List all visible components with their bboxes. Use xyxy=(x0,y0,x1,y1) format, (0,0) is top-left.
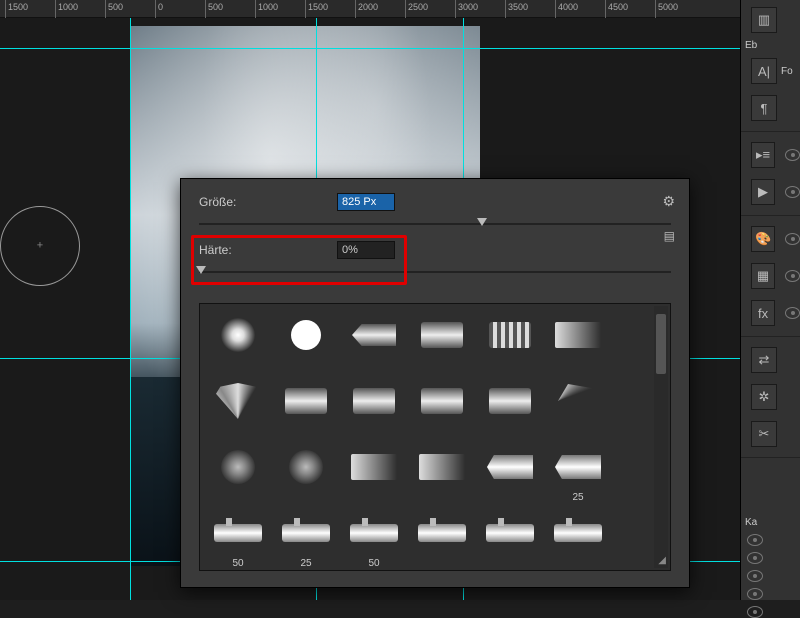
brush-preset[interactable] xyxy=(344,312,404,372)
visibility-icon[interactable] xyxy=(785,233,800,245)
brush-preset[interactable] xyxy=(548,312,608,372)
horizontal-ruler: 1500 1000 500 0 500 1000 1500 2000 2500 … xyxy=(0,0,740,18)
ruler-tick: 2500 xyxy=(408,2,428,12)
ruler-tick: 500 xyxy=(108,2,123,12)
visibility-icon[interactable] xyxy=(785,270,800,282)
hardness-input[interactable] xyxy=(337,241,395,259)
swatches-icon[interactable]: ▦ xyxy=(751,263,775,289)
visibility-icon[interactable] xyxy=(785,307,800,319)
ruler-tick: 0 xyxy=(158,2,163,12)
brushes-icon[interactable]: ✲ xyxy=(751,384,777,410)
brush-preset[interactable] xyxy=(548,378,608,438)
size-slider[interactable] xyxy=(199,217,671,231)
character-icon[interactable]: A| xyxy=(751,58,777,84)
visibility-icon[interactable] xyxy=(747,534,763,546)
visibility-icon[interactable] xyxy=(747,606,763,618)
brush-preset[interactable] xyxy=(480,510,540,570)
ruler-tick: 4500 xyxy=(608,2,628,12)
preset-row: 25 xyxy=(208,444,644,504)
brush-preset[interactable] xyxy=(480,378,540,438)
brush-preset[interactable] xyxy=(344,444,404,504)
brush-preset[interactable] xyxy=(412,312,472,372)
brush-preset[interactable] xyxy=(276,312,336,372)
ruler-tick: 4000 xyxy=(558,2,578,12)
brush-preset[interactable] xyxy=(548,510,608,570)
brush-cursor-icon xyxy=(0,206,80,286)
presets-scrollbar[interactable] xyxy=(654,306,668,568)
size-row: Größe: xyxy=(199,193,671,211)
ruler-tick: 1500 xyxy=(8,2,28,12)
ruler-tick: 1000 xyxy=(58,2,78,12)
paragraph-icon[interactable]: ¶ xyxy=(751,95,777,121)
visibility-icon[interactable] xyxy=(747,552,763,564)
resize-grip-icon[interactable]: ◢ xyxy=(658,555,666,566)
color-icon[interactable]: 🎨 xyxy=(751,226,775,252)
brush-preset[interactable]: 25 xyxy=(548,444,608,504)
gear-icon[interactable]: ⚙ xyxy=(662,193,675,210)
guide-horizontal[interactable] xyxy=(0,48,740,49)
hardness-label: Härte: xyxy=(199,243,329,257)
brush-preset[interactable] xyxy=(208,312,268,372)
hardness-row: Härte: xyxy=(199,241,671,259)
ruler-tick: 1000 xyxy=(258,2,278,12)
size-label: Größe: xyxy=(199,195,329,209)
hardness-slider[interactable] xyxy=(199,265,671,279)
brush-preset[interactable] xyxy=(208,378,268,438)
brush-presets-grid: 25 50 25 50 ◢ xyxy=(199,303,671,571)
brush-preset[interactable]: 50 xyxy=(344,510,404,570)
styles-icon[interactable]: fx xyxy=(751,300,775,326)
preset-row xyxy=(208,312,644,372)
adjustments-icon[interactable]: ⇄ xyxy=(751,347,777,373)
preset-row xyxy=(208,378,644,438)
guide-vertical[interactable] xyxy=(130,18,131,600)
visibility-icon[interactable] xyxy=(747,588,763,600)
ruler-tick: 5000 xyxy=(658,2,678,12)
right-sidebar: ▥ Eb A|Fo ¶ ▸≡ ▶ 🎨 ▦ fx ⇄ ✲ ✂ Ka xyxy=(740,0,800,600)
ruler-tick: 1500 xyxy=(308,2,328,12)
actions-icon[interactable]: ▸≡ xyxy=(751,142,775,168)
ruler-tick: 2000 xyxy=(358,2,378,12)
brush-preset[interactable] xyxy=(412,444,472,504)
clone-source-icon[interactable]: ✂ xyxy=(751,421,777,447)
size-input[interactable] xyxy=(337,193,395,211)
brush-preset[interactable] xyxy=(480,444,540,504)
brush-preset[interactable] xyxy=(276,378,336,438)
ruler-tick: 3000 xyxy=(458,2,478,12)
brush-preset[interactable] xyxy=(344,378,404,438)
ruler-tick: 500 xyxy=(208,2,223,12)
ruler-tick: 3500 xyxy=(508,2,528,12)
panel-tab-layers[interactable]: Eb xyxy=(745,40,757,51)
brush-preset[interactable] xyxy=(276,444,336,504)
visibility-icon[interactable] xyxy=(785,149,800,161)
preset-row: 50 25 50 xyxy=(208,510,644,570)
histogram-icon[interactable]: ▥ xyxy=(751,7,777,33)
brush-preset[interactable] xyxy=(480,312,540,372)
panel-tab-channels[interactable]: Ka xyxy=(745,517,757,528)
brush-preset[interactable]: 50 xyxy=(208,510,268,570)
play-icon[interactable]: ▶ xyxy=(751,179,775,205)
visibility-icon[interactable] xyxy=(785,186,800,198)
brush-preset[interactable]: 25 xyxy=(276,510,336,570)
brush-preset-popup: ⚙ ▤ Größe: Härte: xyxy=(180,178,690,588)
brush-preset[interactable] xyxy=(412,378,472,438)
visibility-icon[interactable] xyxy=(747,570,763,582)
brush-preset[interactable] xyxy=(208,444,268,504)
brush-preset[interactable] xyxy=(412,510,472,570)
